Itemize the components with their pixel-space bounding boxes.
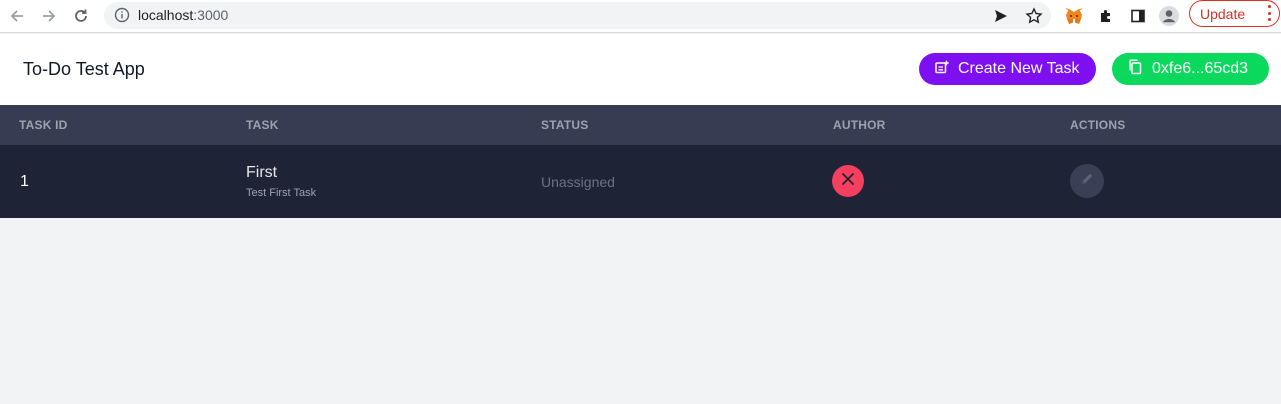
back-icon[interactable] — [5, 4, 29, 28]
update-label: Update — [1200, 5, 1246, 22]
wallet-address: 0xfe6...65cd3 — [1152, 60, 1249, 77]
task-status: Unassigned — [541, 174, 615, 190]
reload-icon[interactable] — [69, 4, 93, 28]
table-header: TASK ID TASK STATUS AUTHOR ACTIONS — [0, 105, 1281, 145]
column-header-task-id: TASK ID — [19, 118, 68, 132]
profile-icon[interactable] — [1157, 4, 1181, 28]
forward-icon[interactable] — [37, 4, 61, 28]
url-port: :3000 — [193, 7, 229, 23]
app-header: To-Do Test App Create New Task 0xfe6...6… — [0, 34, 1281, 105]
column-header-status: STATUS — [541, 118, 589, 132]
task-title: First — [246, 164, 278, 181]
more-icon[interactable] — [1267, 5, 1271, 21]
task-table: TASK ID TASK STATUS AUTHOR ACTIONS 1 Fir… — [0, 105, 1281, 218]
create-new-task-button[interactable]: Create New Task — [919, 53, 1096, 85]
info-icon[interactable] — [114, 7, 130, 23]
author-avatar — [832, 165, 864, 197]
share-icon[interactable] — [989, 4, 1013, 28]
address-bar[interactable]: localhost:3000 — [104, 2, 1051, 29]
url-text: localhost:3000 — [138, 7, 228, 23]
column-header-actions: ACTIONS — [1070, 118, 1126, 132]
column-header-task: TASK — [246, 118, 279, 132]
sidepanel-icon[interactable] — [1126, 4, 1150, 28]
edit-task-button[interactable] — [1070, 164, 1104, 198]
task-description: Test First Task — [246, 187, 317, 199]
url-host: localhost — [138, 7, 194, 23]
copy-icon — [1128, 58, 1142, 80]
x-icon — [840, 171, 856, 192]
create-new-task-label: Create New Task — [958, 60, 1080, 77]
browser-toolbar: localhost:3000 Update — [0, 0, 1281, 33]
task-id: 1 — [20, 173, 29, 190]
star-icon[interactable] — [1022, 4, 1046, 28]
app-title: To-Do Test App — [23, 59, 145, 79]
extensions-icon[interactable] — [1094, 4, 1118, 28]
column-header-author: AUTHOR — [833, 118, 886, 132]
update-button[interactable]: Update — [1189, 0, 1280, 27]
add-task-icon — [935, 60, 949, 79]
metamask-icon[interactable] — [1062, 4, 1086, 28]
pencil-icon — [1079, 171, 1095, 192]
wallet-address-button[interactable]: 0xfe6...65cd3 — [1112, 53, 1269, 85]
table-row: 1 First Test First Task Unassigned — [0, 145, 1281, 218]
